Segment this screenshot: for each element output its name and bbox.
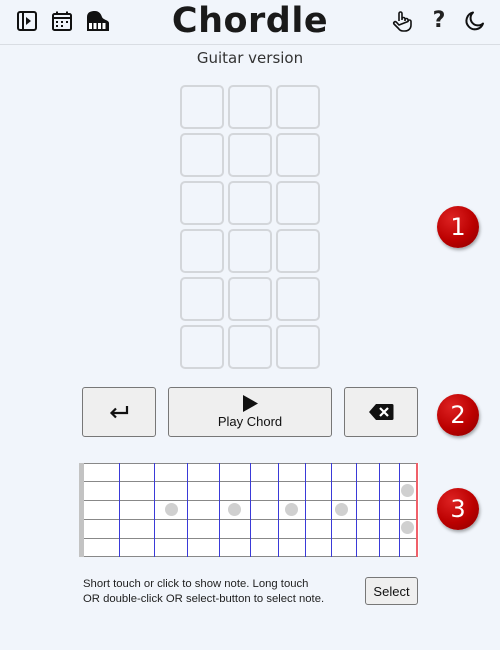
select-button[interactable]: Select	[365, 577, 418, 605]
fret-marker-dot	[165, 503, 178, 516]
enter-icon	[109, 406, 129, 419]
enter-button[interactable]	[82, 387, 156, 437]
fret-marker-dot	[401, 484, 414, 497]
fret-line	[305, 463, 306, 557]
fret-marker-dot	[401, 521, 414, 534]
fret-line	[379, 463, 380, 557]
guess-cell	[180, 133, 224, 177]
guess-cell	[276, 181, 320, 225]
guess-cell	[276, 133, 320, 177]
guess-cell	[228, 181, 272, 225]
fret-marker-dot	[285, 503, 298, 516]
guess-grid	[180, 85, 320, 369]
fret-line	[278, 463, 279, 557]
guess-cell	[180, 229, 224, 273]
help-icon[interactable]: ?	[427, 9, 451, 33]
app-title: Chordle	[171, 1, 329, 41]
guess-cell	[228, 85, 272, 129]
hint-line-2: OR double-click OR select-button to sele…	[83, 593, 325, 605]
fret-line	[331, 463, 332, 557]
annotation-badge-3: 3	[437, 488, 479, 530]
app: Chordle ? Guitar version 1 Play Chord 2 …	[0, 0, 500, 650]
header: Chordle ?	[0, 0, 500, 45]
annotation-badge-2: 2	[437, 394, 479, 436]
guess-cell	[228, 229, 272, 273]
hint-text: Short touch or click to show note. Long …	[83, 577, 363, 607]
guess-cell	[276, 325, 320, 369]
fretboard-nut	[79, 463, 84, 557]
fret-marker-dot	[335, 503, 348, 516]
guess-cell	[180, 85, 224, 129]
play-chord-button[interactable]: Play Chord	[168, 387, 332, 437]
backspace-icon	[369, 404, 394, 420]
guess-cell	[228, 325, 272, 369]
subtitle: Guitar version	[196, 49, 304, 67]
hint-line-1: Short touch or click to show note. Long …	[83, 578, 309, 590]
fret-line	[250, 463, 251, 557]
fretboard-end-line	[416, 463, 418, 557]
fret-line	[356, 463, 357, 557]
fret-line	[399, 463, 400, 557]
fret-line	[187, 463, 188, 557]
guess-cell	[180, 325, 224, 369]
annotation-badge-1: 1	[437, 206, 479, 248]
dark-mode-icon[interactable]	[463, 9, 487, 33]
fret-line	[154, 463, 155, 557]
guess-cell	[276, 85, 320, 129]
play-icon	[243, 395, 258, 412]
fret-line	[219, 463, 220, 557]
guess-cell	[276, 277, 320, 321]
guess-cell	[228, 277, 272, 321]
hand-pointer-icon[interactable]	[390, 9, 414, 33]
guess-cell	[228, 133, 272, 177]
guess-cell	[180, 181, 224, 225]
guess-cell	[180, 277, 224, 321]
guess-cell	[276, 229, 320, 273]
fretboard[interactable]	[79, 463, 419, 557]
fret-marker-dot	[228, 503, 241, 516]
play-chord-label: Play Chord	[217, 414, 283, 429]
backspace-button[interactable]	[344, 387, 418, 437]
fret-line	[119, 463, 120, 557]
